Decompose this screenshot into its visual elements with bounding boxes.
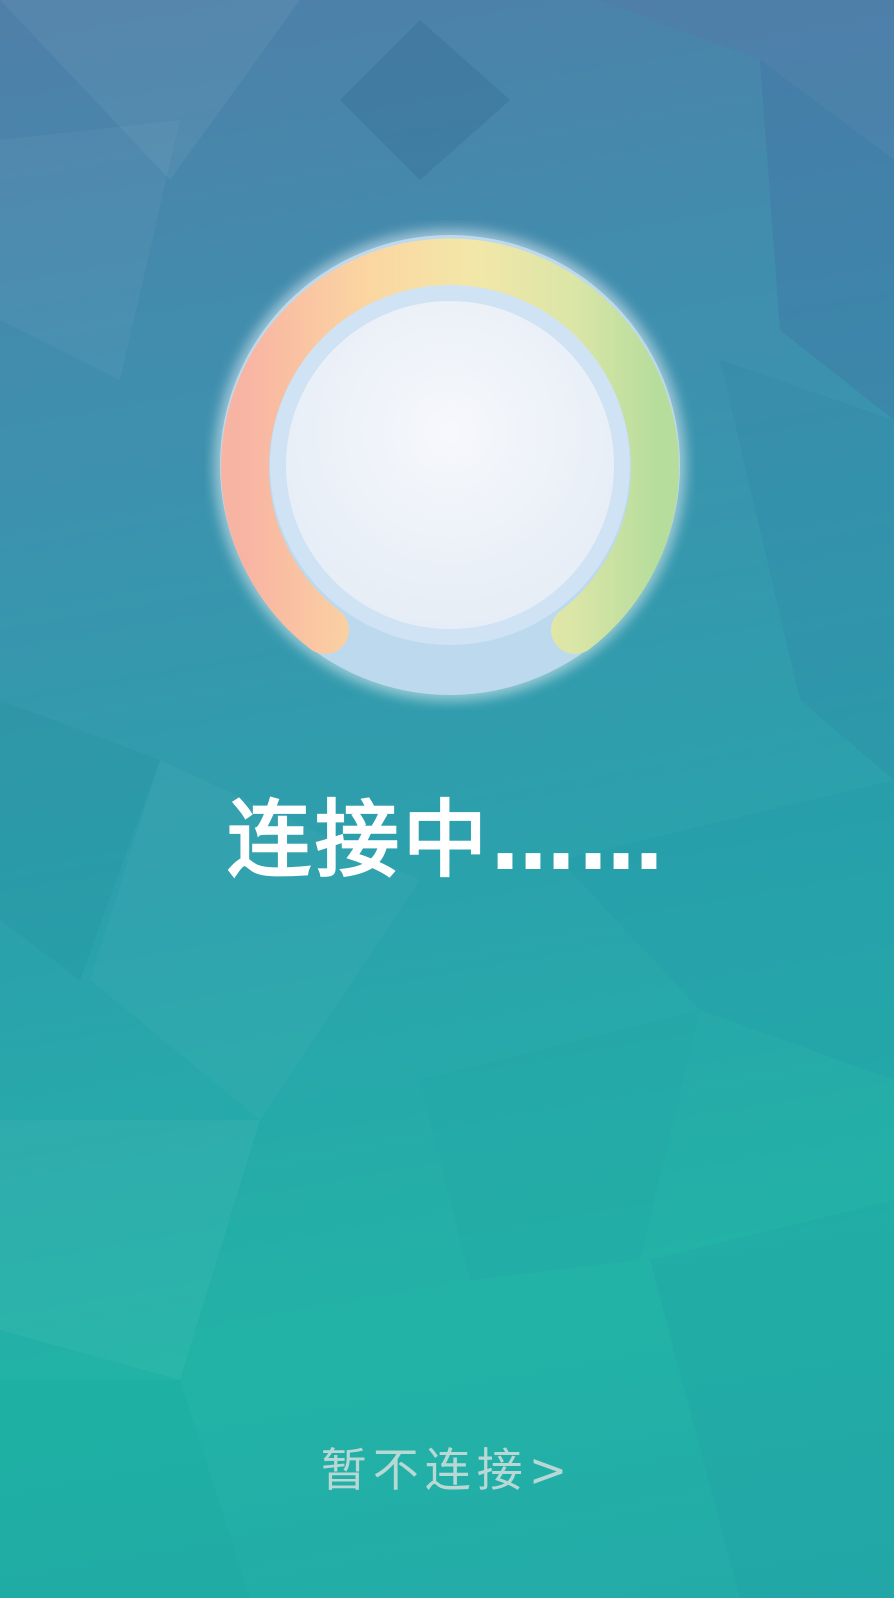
gauge-center: [286, 301, 614, 629]
connecting-status-text: 连接中……: [226, 791, 667, 889]
skip-connection-link[interactable]: 暂不连接>: [0, 1440, 894, 1500]
connection-gauge: [214, 229, 686, 701]
